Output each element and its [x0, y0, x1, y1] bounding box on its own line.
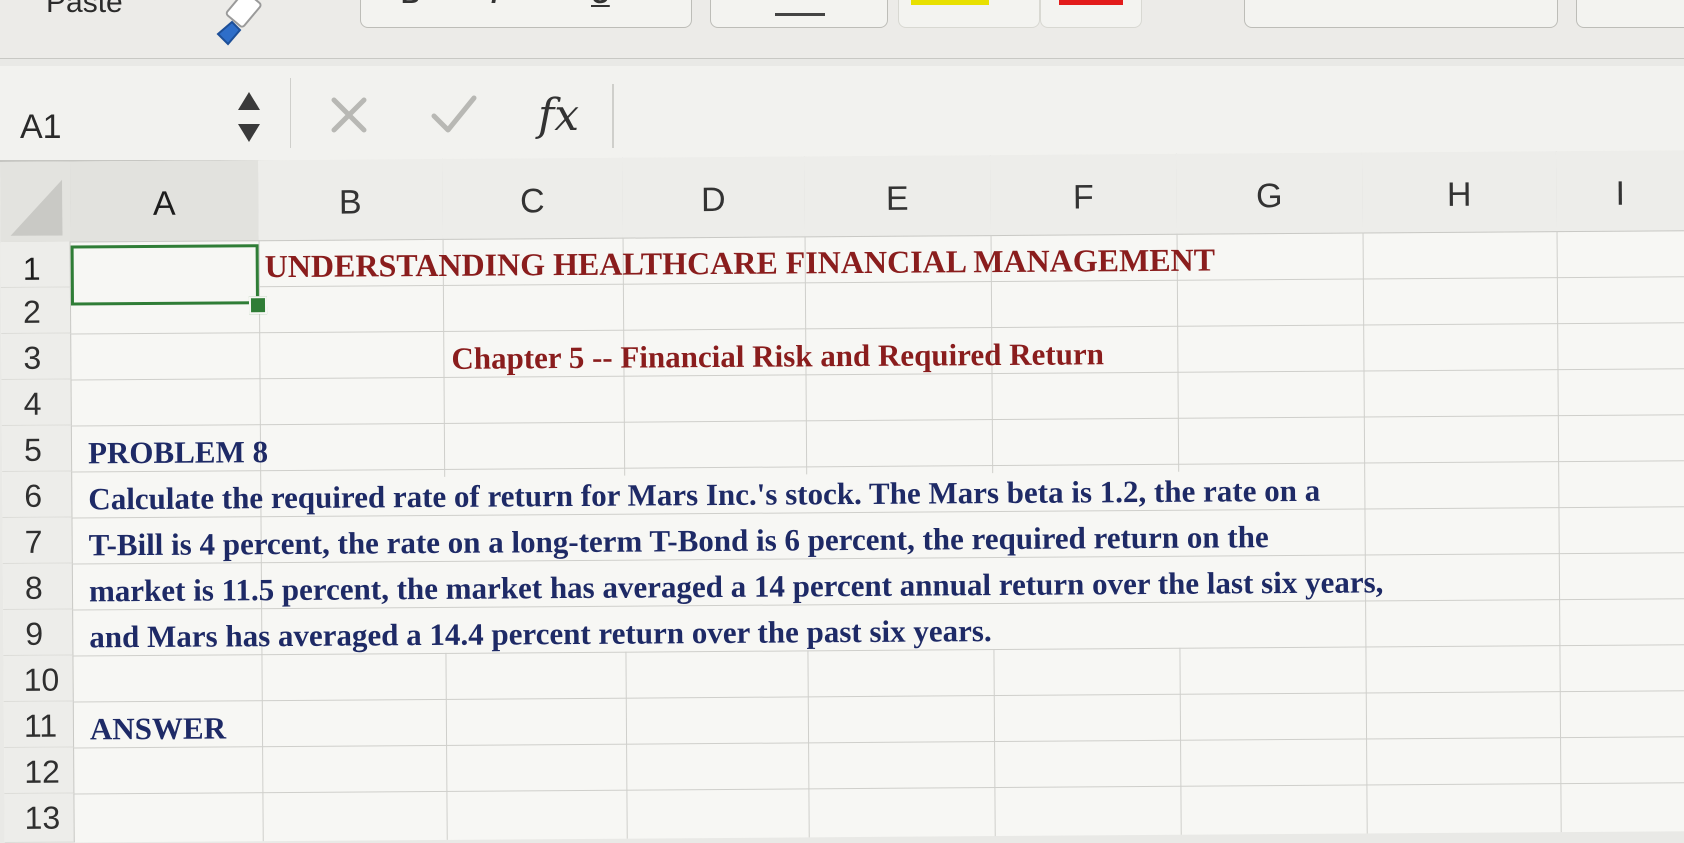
fill-handle[interactable] — [248, 296, 268, 315]
select-all-icon — [10, 179, 63, 236]
column-header-a[interactable]: A — [69, 160, 260, 243]
alignment-group[interactable] — [1244, 0, 1558, 28]
column-header-c[interactable]: C — [441, 157, 624, 240]
cell-c3-chapter[interactable]: Chapter 5 -- Financial Risk and Required… — [451, 336, 1104, 377]
gridline-col-e-lower — [807, 650, 810, 838]
column-header-i[interactable]: I — [1555, 150, 1684, 233]
column-header-g[interactable]: G — [1175, 152, 1364, 235]
bold-button[interactable]: B — [401, 0, 420, 10]
row-header-13[interactable]: 13 — [4, 793, 75, 843]
row-header-3[interactable]: 3 — [1, 333, 72, 380]
select-all-corner[interactable] — [0, 161, 72, 243]
row-header-11[interactable]: 11 — [3, 701, 75, 748]
ribbon-toolbar: Paste B I U — [0, 0, 1684, 59]
gridline-row-2 — [71, 322, 1684, 335]
name-box-stepper-icon[interactable] — [236, 86, 262, 146]
row-header-9[interactable]: 9 — [3, 609, 74, 656]
paste-label[interactable]: Paste — [46, 0, 123, 20]
name-box[interactable]: A1 — [20, 104, 190, 150]
gridline-col-i — [1556, 231, 1562, 833]
gridline-row-11 — [74, 736, 1684, 749]
row-header-1[interactable]: 1 — [0, 241, 71, 288]
font-color-swatch — [1059, 0, 1123, 5]
row-header-7[interactable]: 7 — [2, 517, 73, 564]
formula-bar: A1 fx — [0, 66, 1684, 162]
cell-b1-title[interactable]: UNDERSTANDING HEALTHCARE FINANCIAL MANAG… — [265, 242, 1216, 286]
cell-a5-problem[interactable]: PROBLEM 8 — [88, 434, 268, 471]
fill-color-button[interactable] — [898, 0, 1040, 28]
borders-button[interactable] — [710, 0, 888, 28]
selected-cell-a1[interactable] — [70, 244, 259, 306]
column-header-b[interactable]: B — [257, 158, 444, 242]
row-header-5[interactable]: 5 — [1, 425, 73, 472]
number-format-group[interactable] — [1576, 0, 1684, 28]
gridline-row-4 — [71, 414, 1684, 427]
gridline-row-10 — [73, 690, 1684, 703]
spreadsheet-grid: A B C D E F G H I 1 2 3 4 5 6 7 8 9 10 1… — [0, 150, 1684, 843]
format-painter-icon[interactable] — [210, 0, 270, 50]
row-header-2[interactable]: 2 — [0, 287, 72, 334]
borders-icon — [775, 13, 825, 16]
column-header-d[interactable]: D — [621, 156, 806, 239]
cell-a9-question-line-4[interactable]: and Mars has averaged a 14.4 percent ret… — [89, 613, 992, 655]
row-header-4[interactable]: 4 — [1, 379, 72, 426]
column-header-h[interactable]: H — [1361, 151, 1558, 234]
gridline-col-h — [1362, 232, 1368, 834]
formula-bar-divider — [290, 78, 291, 148]
font-color-button[interactable] — [1040, 0, 1142, 28]
column-header-e[interactable]: E — [803, 155, 992, 238]
gridline-col-d-lower — [625, 651, 628, 839]
column-header-f[interactable]: F — [989, 153, 1178, 237]
font-style-group: B I U — [360, 0, 692, 28]
cancel-icon[interactable] — [326, 92, 372, 138]
fill-color-swatch — [911, 0, 989, 5]
row-header-8[interactable]: 8 — [2, 563, 74, 610]
underline-button[interactable]: U — [591, 0, 610, 10]
gridline-row-12 — [74, 782, 1684, 795]
insert-function-icon[interactable]: fx — [538, 90, 579, 141]
gridline-col-f-lower — [993, 649, 996, 837]
gridline-row-5 — [72, 460, 1684, 473]
row-header-12[interactable]: 12 — [4, 747, 75, 794]
row-header-6[interactable]: 6 — [2, 471, 73, 518]
cell-a11-answer[interactable]: ANSWER — [90, 710, 226, 747]
italic-button[interactable]: I — [491, 0, 498, 10]
row-header-10[interactable]: 10 — [3, 655, 74, 702]
formula-input[interactable] — [612, 84, 1674, 148]
gridline-col-c-lower — [445, 652, 448, 840]
gridline-col-g-lower — [1179, 647, 1182, 835]
checkmark-icon[interactable] — [428, 92, 478, 138]
